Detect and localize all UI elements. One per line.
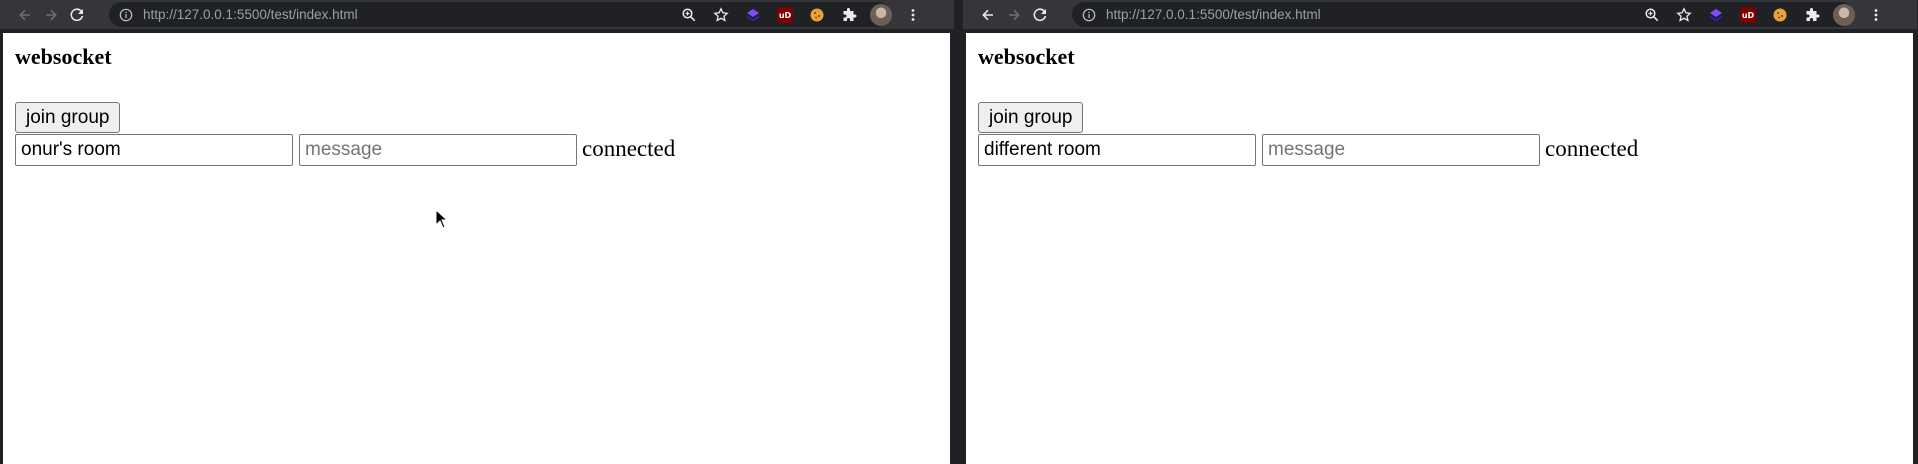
forward-icon[interactable] — [38, 2, 64, 28]
browser-toolbar: http://127.0.0.1:5500/test/index.html uD — [963, 0, 1917, 29]
window-divider — [954, 0, 963, 464]
ublock-icon[interactable]: uD — [1735, 2, 1761, 28]
site-info-icon[interactable] — [1080, 6, 1098, 24]
puzzle-icon[interactable] — [1799, 2, 1825, 28]
room-input[interactable] — [15, 134, 293, 166]
star-icon[interactable] — [1671, 2, 1697, 28]
browser-window-left: http://127.0.0.1:5500/test/index.html uD — [0, 0, 954, 464]
page-content: websocket join group connected — [3, 33, 950, 464]
connection-status: connected — [1545, 136, 1639, 161]
forward-icon[interactable] — [1001, 2, 1027, 28]
extension-tray: uD — [1639, 2, 1889, 28]
puzzle-icon[interactable] — [836, 2, 862, 28]
cookie-icon[interactable] — [1767, 2, 1793, 28]
page-title: websocket — [978, 44, 1075, 69]
ublock-icon[interactable]: uD — [772, 2, 798, 28]
back-icon[interactable] — [975, 2, 1001, 28]
back-icon[interactable] — [12, 2, 38, 28]
zoom-icon[interactable] — [1639, 2, 1665, 28]
zoom-icon[interactable] — [676, 2, 702, 28]
site-info-icon[interactable] — [117, 6, 135, 24]
menu-icon[interactable] — [900, 2, 926, 28]
profile-avatar[interactable] — [1831, 2, 1857, 28]
join-group-button[interactable]: join group — [978, 102, 1084, 133]
menu-icon[interactable] — [1863, 2, 1889, 28]
url-text[interactable]: http://127.0.0.1:5500/test/index.html — [143, 7, 358, 22]
message-input[interactable] — [299, 134, 577, 166]
star-icon[interactable] — [708, 2, 734, 28]
reload-icon[interactable] — [64, 2, 90, 28]
browser-toolbar: http://127.0.0.1:5500/test/index.html uD — [0, 0, 954, 29]
extension-purple-icon[interactable] — [740, 2, 766, 28]
page-content: websocket join group connected — [966, 33, 1913, 464]
browser-window-right: http://127.0.0.1:5500/test/index.html uD — [963, 0, 1917, 464]
page-title: websocket — [15, 44, 112, 69]
mouse-cursor-icon — [435, 209, 449, 229]
profile-avatar[interactable] — [868, 2, 894, 28]
connection-status: connected — [582, 136, 676, 161]
cookie-icon[interactable] — [804, 2, 830, 28]
ublock-badge: uD — [777, 7, 793, 23]
reload-icon[interactable] — [1027, 2, 1053, 28]
ublock-badge: uD — [1740, 7, 1756, 23]
message-input[interactable] — [1262, 134, 1540, 166]
extension-purple-icon[interactable] — [1703, 2, 1729, 28]
extension-tray: uD — [676, 2, 926, 28]
url-text[interactable]: http://127.0.0.1:5500/test/index.html — [1106, 7, 1321, 22]
join-group-button[interactable]: join group — [15, 102, 121, 133]
room-input[interactable] — [978, 134, 1256, 166]
